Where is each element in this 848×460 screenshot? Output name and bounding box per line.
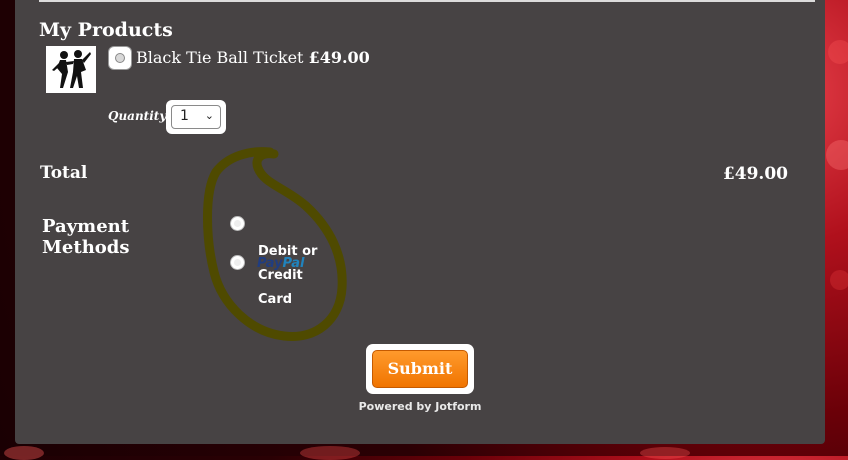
submit-button[interactable]: Submit	[372, 350, 468, 388]
quantity-select-wrapper: 1 ⌄	[166, 100, 226, 134]
product-select-radio[interactable]	[109, 47, 131, 69]
quantity-select[interactable]: 1 ⌄	[171, 105, 221, 129]
powered-by-link[interactable]: Powered by Jotform	[15, 400, 825, 413]
quantity-label: Quantity	[108, 109, 167, 123]
card-option-label: Debit or Credit Card	[258, 244, 318, 307]
dancing-couple-icon	[52, 50, 91, 88]
quantity-value: 1	[180, 108, 189, 124]
products-section-title: My Products	[39, 19, 173, 41]
product-price: £49.00	[308, 48, 370, 67]
paypal-radio[interactable]	[230, 216, 245, 231]
total-value: £49.00	[722, 164, 788, 184]
total-label: Total	[40, 163, 88, 183]
card-radio[interactable]	[230, 255, 245, 270]
top-divider	[39, 0, 815, 2]
submit-button-wrapper: Submit	[366, 344, 474, 394]
product-name: Black Tie Ball Ticket	[136, 48, 304, 67]
form-card: My Products Black Tie Ball Ticket £49.00…	[15, 0, 825, 444]
product-image	[46, 46, 96, 93]
product-label: Black Tie Ball Ticket £49.00	[136, 48, 370, 67]
payment-methods-label: Payment Methods	[42, 216, 130, 258]
chevron-down-icon: ⌄	[204, 109, 214, 122]
